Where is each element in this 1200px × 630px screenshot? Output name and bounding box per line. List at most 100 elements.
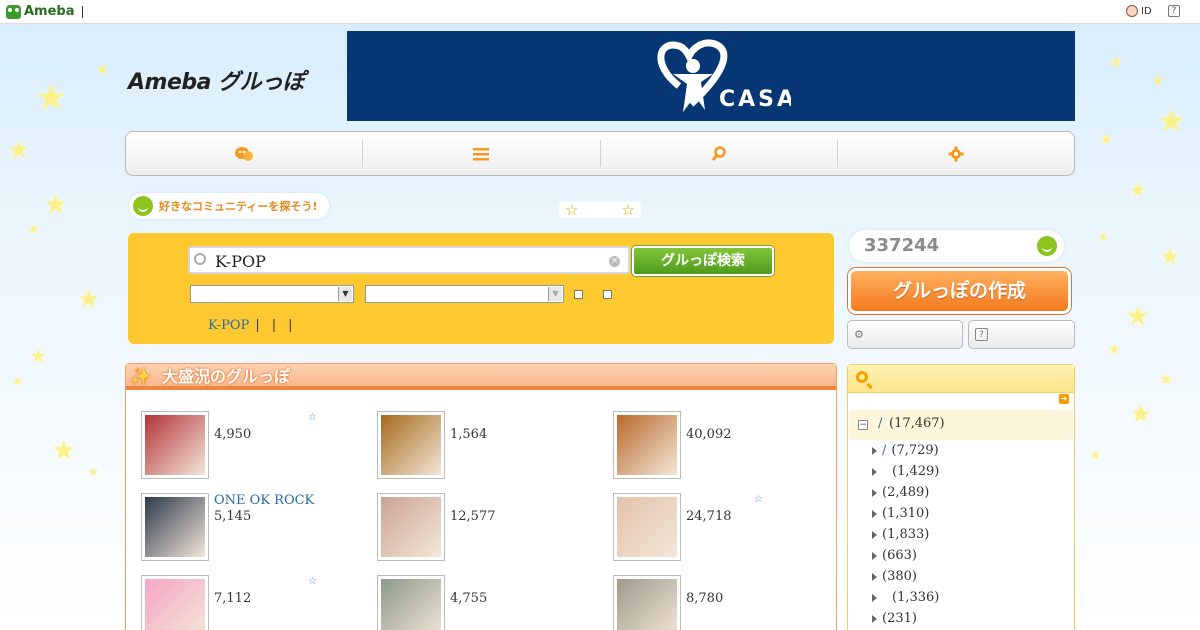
thumbnail-image <box>617 579 677 630</box>
category-item[interactable]: (2,489) <box>872 485 929 500</box>
decor-star-icon: ★ <box>1110 55 1123 71</box>
group-member-count: 8,780 <box>686 591 724 606</box>
banner-casa-text: CASA <box>719 87 791 112</box>
group-card[interactable]: 4,950 ☆ <box>141 411 371 483</box>
group-card[interactable]: 1,564 <box>377 411 607 483</box>
expand-triangle-icon[interactable] <box>872 530 877 539</box>
category-select[interactable]: ▼ <box>190 285 354 303</box>
nav-menu-button[interactable] <box>363 140 601 167</box>
group-thumbnail[interactable] <box>377 493 445 561</box>
filter-checkbox-2[interactable] <box>603 290 612 299</box>
category-item[interactable]: (231) <box>872 611 917 626</box>
main-nav <box>125 131 1075 176</box>
thumbnail-image <box>381 497 441 557</box>
category-link[interactable]: / <box>882 443 886 458</box>
group-card[interactable]: ONE OK ROCK 5,145 <box>141 493 371 565</box>
group-thumbnail[interactable] <box>141 411 209 479</box>
ameba-brand-link[interactable]: Ameba <box>6 4 75 19</box>
expand-triangle-icon[interactable] <box>872 593 877 602</box>
category-count: (2,489) <box>882 485 930 500</box>
nav-settings-button[interactable] <box>838 140 1074 167</box>
group-search-button[interactable]: グルっぽ検索 <box>632 246 774 276</box>
expand-triangle-icon[interactable] <box>872 509 877 518</box>
group-card[interactable]: 24,718 ☆ <box>613 493 843 565</box>
group-card[interactable]: 7,112 ☆ <box>141 575 371 630</box>
member-count: 337244 <box>864 235 940 256</box>
group-member-count: 5,145 <box>214 509 252 524</box>
nav-search-button[interactable] <box>601 140 838 167</box>
group-thumbnail[interactable] <box>141 575 209 630</box>
group-card[interactable]: 4,755 <box>377 575 607 630</box>
help-icon[interactable]: ? <box>1168 5 1180 17</box>
create-group-button[interactable]: グルっぽの作成 <box>848 268 1071 314</box>
popular-groups-header: ✨ 大盛況のグルっぽ <box>126 364 836 390</box>
expand-triangle-icon[interactable] <box>872 551 877 560</box>
search-query-value: K-POP <box>215 252 266 271</box>
category-item[interactable]: (1,310) <box>872 506 929 521</box>
category-count: (1,429) <box>892 464 940 479</box>
thumbnail-image <box>381 579 441 630</box>
favorite-star-icon[interactable]: ☆ <box>308 412 317 423</box>
decor-star-icon: ★ <box>44 190 68 220</box>
settings-button[interactable]: ⚙ <box>847 320 963 349</box>
category-count: (380) <box>882 569 917 584</box>
casa-banner-ad[interactable]: CASA <box>347 31 1075 121</box>
category-item[interactable]: (1,833) <box>872 527 929 542</box>
decor-star-icon: ★ <box>1090 448 1101 462</box>
group-thumbnail[interactable] <box>377 575 445 630</box>
expand-triangle-icon[interactable] <box>872 614 877 623</box>
decor-star-icon: ★ <box>78 285 100 313</box>
arrow-right-icon[interactable]: ➔ <box>1059 394 1069 404</box>
search-icon <box>194 253 206 265</box>
category-count: (1,833) <box>882 527 930 542</box>
group-card[interactable]: 12,577 <box>377 493 607 565</box>
group-name-link[interactable]: ONE OK ROCK <box>214 493 314 508</box>
search-icon <box>856 371 868 383</box>
smiley-icon <box>1037 236 1057 256</box>
category-panel-header <box>848 365 1074 393</box>
category-item[interactable]: / (7,729) <box>872 443 939 458</box>
star-outline-icon: ☆ <box>565 201 579 219</box>
thumbnail-image <box>617 415 677 475</box>
group-card[interactable]: 40,092 <box>613 411 843 483</box>
group-thumbnail[interactable] <box>613 575 681 630</box>
expand-triangle-icon[interactable] <box>872 488 877 497</box>
help-button[interactable]: ? <box>968 320 1075 349</box>
category-item[interactable]: (1,429) <box>872 464 939 479</box>
expand-triangle-icon[interactable] <box>872 446 877 455</box>
gear-icon: ⚙ <box>854 328 864 341</box>
popular-groups-title: 大盛況のグルっぽ <box>162 367 291 386</box>
thumbnail-image <box>145 415 205 475</box>
id-login-link[interactable]: ID <box>1126 5 1152 17</box>
favorite-star-icon[interactable]: ☆ <box>754 494 763 505</box>
expand-triangle-icon[interactable] <box>872 467 877 476</box>
favorite-star-icon[interactable]: ☆ <box>308 576 317 587</box>
decor-star-icon: ★ <box>88 465 99 479</box>
group-thumbnail[interactable] <box>141 493 209 561</box>
category-count: (7,729) <box>891 443 939 458</box>
decor-star-icon: ★ <box>8 136 30 164</box>
category-item[interactable]: (380) <box>872 569 917 584</box>
category-root[interactable]: − / (17,467) <box>849 410 1073 440</box>
expand-triangle-icon[interactable] <box>872 572 877 581</box>
category-item[interactable]: (663) <box>872 548 917 563</box>
sparkle-icon: ✨ <box>130 367 152 387</box>
decor-star-icon: ★ <box>1158 104 1185 139</box>
gurubbo-logo[interactable]: Ameba グルっぽ <box>128 64 305 96</box>
category-count: (231) <box>882 611 917 626</box>
search-input[interactable]: K-POP × <box>188 246 630 274</box>
category-root-link[interactable]: / <box>878 416 882 431</box>
clear-icon[interactable]: × <box>609 256 620 267</box>
nav-community-button[interactable] <box>126 140 364 167</box>
collapse-icon[interactable]: − <box>858 420 868 430</box>
group-thumbnail[interactable] <box>377 411 445 479</box>
hint-text: 好きなコミュニティーを探そう! <box>159 200 318 213</box>
group-thumbnail[interactable] <box>613 493 681 561</box>
keyword-link[interactable]: K-POP <box>208 318 249 333</box>
filter-checkbox-1[interactable] <box>574 290 583 299</box>
group-card[interactable]: 8,780 <box>613 575 843 630</box>
group-thumbnail[interactable] <box>613 411 681 479</box>
subcategory-select[interactable]: ▼ <box>365 285 564 303</box>
decor-star-icon: ★ <box>1160 245 1180 270</box>
category-item[interactable]: (1,336) <box>872 590 939 605</box>
